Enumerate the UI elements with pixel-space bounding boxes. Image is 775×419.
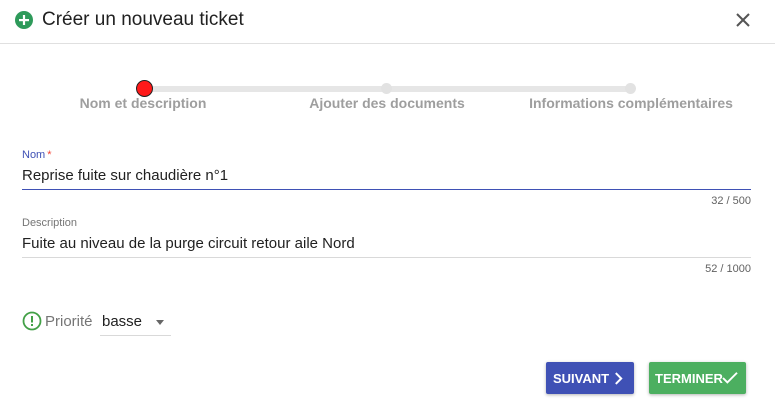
name-char-counter: 32 / 500: [711, 195, 751, 207]
description-input[interactable]: Fuite au niveau de la purge circuit reto…: [22, 235, 751, 257]
description-field[interactable]: Description Fuite au niveau de la purge …: [22, 217, 751, 275]
name-field-label: Nom *: [22, 149, 52, 161]
priority-select-value: basse: [102, 313, 143, 330]
finish-button-label: TERMINER: [655, 371, 723, 386]
finish-button[interactable]: TERMINER: [649, 362, 746, 394]
name-input[interactable]: Reprise fuite sur chaudière n°1: [22, 167, 751, 189]
step-2-label: Ajouter des documents: [309, 95, 465, 111]
check-icon: [722, 372, 738, 384]
step-3-label: Informations complémentaires: [529, 95, 733, 111]
close-icon[interactable]: [734, 11, 752, 29]
plus-circle-icon: [15, 11, 33, 29]
priority-select[interactable]: basse: [100, 311, 171, 336]
chevron-right-icon: [615, 372, 623, 385]
next-button-label: SUIVANT: [553, 371, 610, 386]
step-2-dot[interactable]: [381, 83, 392, 94]
info-circle-icon: [22, 311, 42, 331]
priority-label: Priorité: [45, 313, 93, 330]
chevron-down-icon: [156, 320, 164, 325]
name-field[interactable]: Nom * Reprise fuite sur chaudière n°1 32 …: [22, 149, 751, 207]
step-3-dot[interactable]: [625, 83, 636, 94]
description-char-counter: 52 / 1000: [705, 263, 751, 275]
dialog-header: Créer un nouveau ticket: [0, 0, 775, 44]
description-field-underline: [22, 257, 751, 258]
step-1-label: Nom et description: [79, 95, 207, 111]
stepper: Nom et description Ajouter des documents…: [0, 78, 775, 118]
create-ticket-dialog: Créer un nouveau ticket Nom et descripti…: [0, 0, 775, 419]
dialog-title: Créer un nouveau ticket: [42, 9, 244, 30]
next-button[interactable]: SUIVANT: [546, 362, 634, 394]
name-field-underline: [22, 189, 751, 190]
description-field-label: Description: [22, 217, 78, 229]
